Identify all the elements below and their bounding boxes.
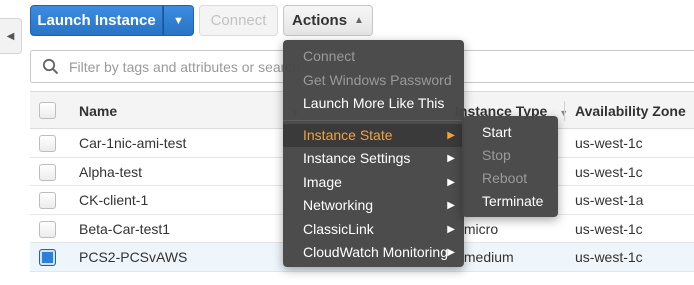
menu-divider [283, 119, 464, 121]
column-divider [564, 101, 565, 121]
row-checkbox[interactable] [39, 135, 56, 152]
instance-type: .micro [460, 220, 499, 237]
launch-instance-button[interactable]: Launch Instance [30, 5, 163, 36]
availability-zone: us-west-1c [575, 249, 643, 266]
instance-type: .medium [460, 249, 514, 266]
availability-zone: us-west-1a [575, 192, 644, 209]
instance-name: Car-1nic-ami-test [79, 135, 187, 151]
menu-item-launch-more-like-this[interactable]: Launch More Like This [283, 92, 464, 116]
availability-zone: us-west-1c [575, 163, 643, 180]
submenu-item-reboot: Reboot [482, 170, 528, 186]
search-placeholder: Filter by tags and attributes or search [69, 58, 301, 75]
connect-button: Connect [199, 5, 278, 36]
chevron-right-icon: ▶ [447, 129, 455, 141]
actions-dropdown-menu: Connect Get Windows Password Launch More… [283, 40, 464, 267]
instance-name: Alpha-test [79, 163, 143, 180]
menu-item-instance-state[interactable]: Instance State ▶ [283, 123, 464, 147]
submenu-item-stop: Stop [482, 147, 511, 163]
row-checkbox[interactable] [39, 192, 56, 210]
submenu-item-start[interactable]: Start [462, 121, 558, 144]
column-header-name[interactable]: Name ▼ [79, 103, 300, 119]
launch-dropdown-button[interactable]: ▼ [163, 5, 194, 36]
row-checkbox[interactable] [39, 163, 56, 181]
column-header-availability-zone[interactable]: Availability Zone ▼ [575, 103, 694, 119]
submenu-item-terminate[interactable]: Terminate [462, 190, 558, 213]
chevron-left-icon: ◀ [6, 30, 15, 42]
availability-zone: us-west-1c [575, 135, 643, 151]
menu-item-image[interactable]: Image ▶ [283, 171, 464, 195]
menu-item-networking[interactable]: Networking ▶ [283, 194, 464, 218]
actions-button[interactable]: Actions ▲ [283, 5, 373, 36]
menu-item-instance-settings[interactable]: Instance Settings ▶ [283, 147, 464, 171]
chevron-right-icon: ▶ [447, 247, 455, 258]
instance-name: CK-client-1 [79, 192, 149, 209]
instance-state-submenu: Start Stop Reboot Terminate [462, 116, 558, 217]
row-checkbox[interactable] [39, 249, 56, 267]
menu-item-connect: Connect [303, 48, 356, 64]
chevron-right-icon: ▶ [447, 200, 455, 211]
collapse-panel-tab[interactable]: ◀ [0, 18, 22, 54]
caret-up-icon: ▲ [354, 15, 364, 26]
instance-name: PCS2-PCSvAWS [79, 249, 188, 266]
chevron-right-icon: ▶ [447, 223, 455, 235]
chevron-right-icon: ▶ [447, 176, 455, 188]
menu-item-classiclink[interactable]: ClassicLink ▶ [283, 218, 464, 242]
availability-zone: us-west-1c [575, 220, 643, 237]
actions-button-label: Actions [292, 12, 348, 29]
menu-item-cloudwatch-monitoring[interactable]: CloudWatch Monitoring ▶ [283, 241, 464, 265]
chevron-right-icon: ▶ [447, 153, 455, 164]
search-icon [31, 58, 69, 75]
select-all-checkbox[interactable] [39, 102, 56, 119]
row-checkbox[interactable] [39, 220, 56, 238]
instance-name: Beta-Car-test1 [79, 220, 171, 237]
launch-button-group: Launch Instance ▼ [30, 5, 194, 36]
menu-item-get-windows-password: Get Windows Password [303, 71, 452, 88]
caret-down-icon: ▼ [173, 14, 184, 27]
